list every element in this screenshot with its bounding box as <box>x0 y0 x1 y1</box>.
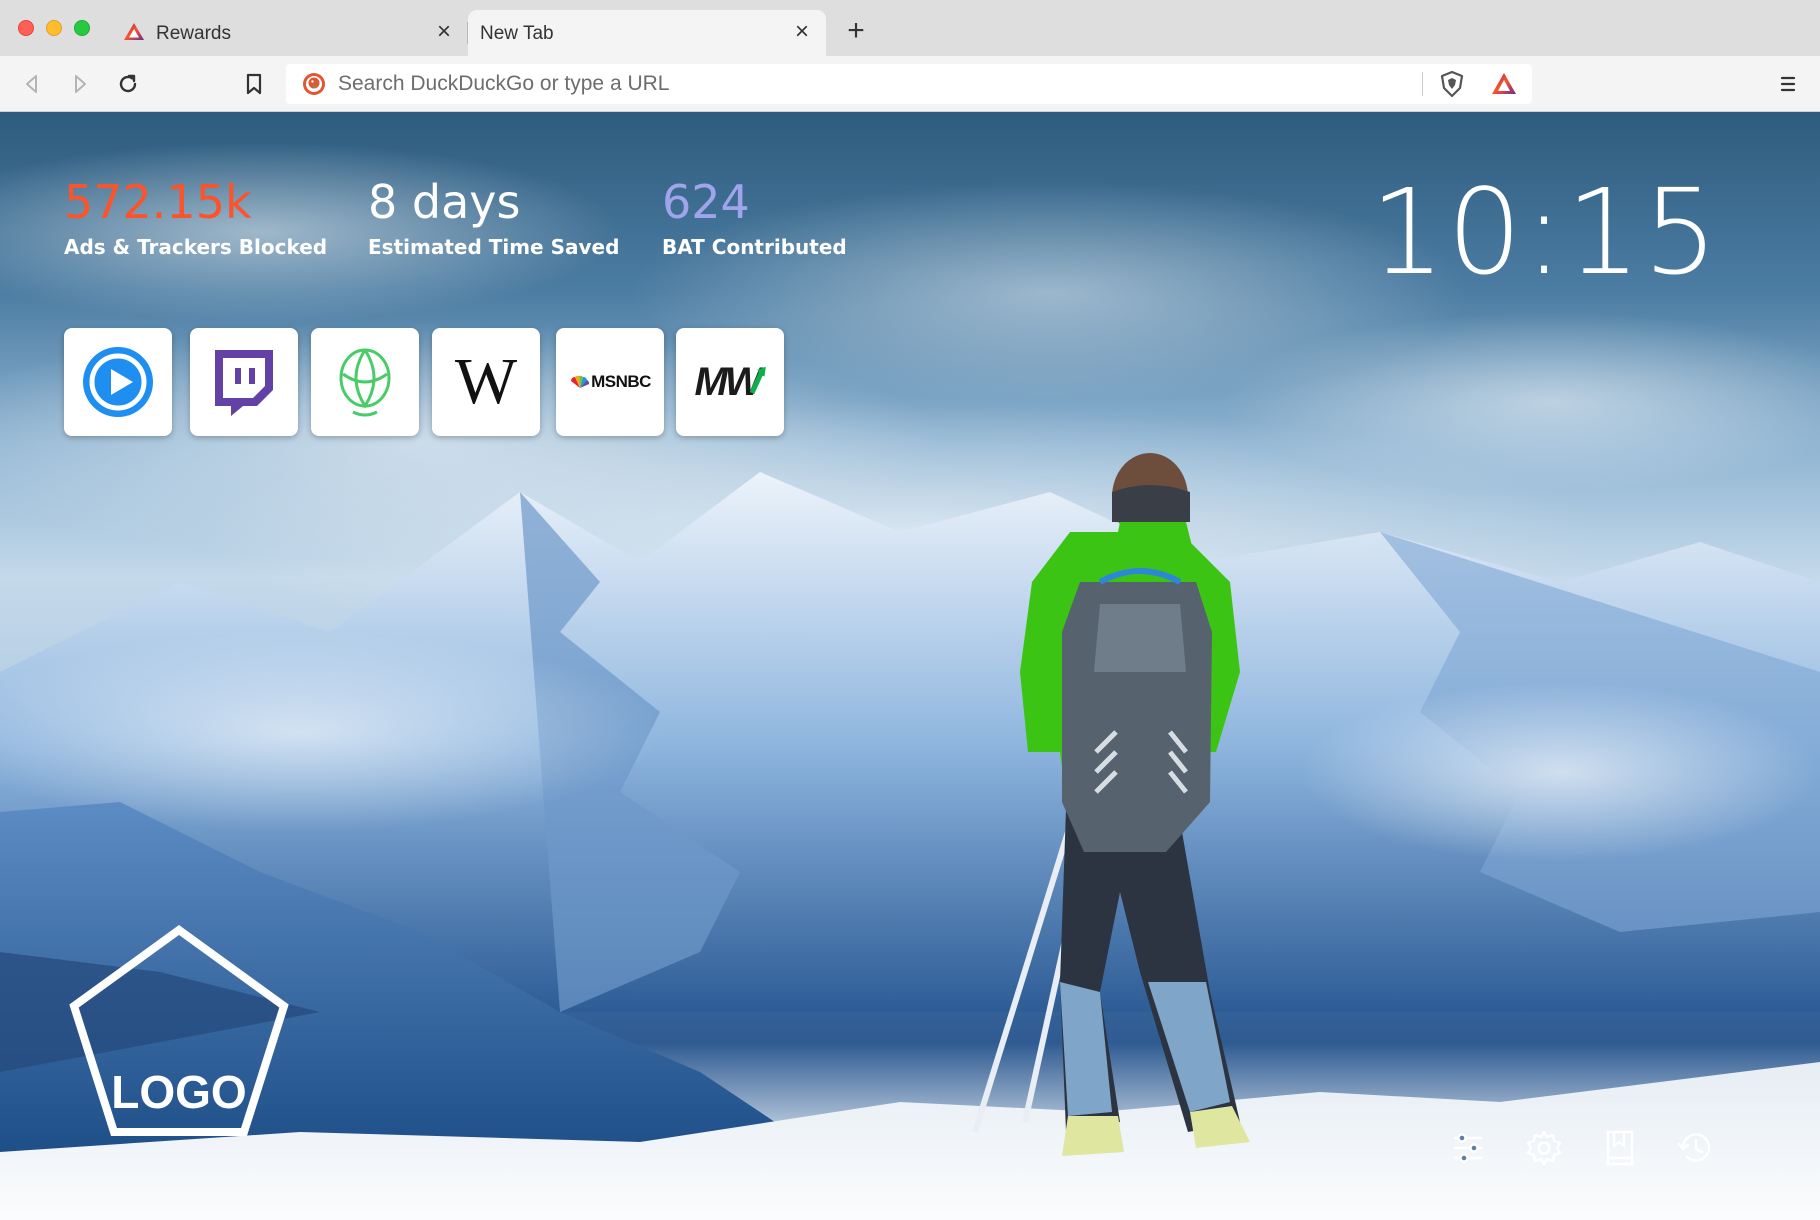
stat-time-saved: 8 days Estimated Time Saved <box>368 176 619 260</box>
omnibox-divider <box>1422 72 1423 96</box>
tab-close-icon[interactable]: × <box>432 20 456 44</box>
url-input[interactable] <box>338 68 1398 100</box>
brave-rewards-triangle-icon <box>122 20 146 44</box>
stat-ads-blocked: 572.15k Ads & Trackers Blocked <box>64 176 327 260</box>
stat-bat-contributed: 624 BAT Contributed <box>662 176 847 260</box>
stat-label: Ads & Trackers Blocked <box>64 235 328 259</box>
forward-arrow-icon <box>75 75 86 93</box>
address-bar[interactable] <box>286 64 1532 104</box>
customize-button[interactable] <box>1448 1128 1488 1168</box>
tab-strip: Rewards × New Tab × + <box>0 0 1820 56</box>
hamburger-menu-icon[interactable] <box>1772 68 1804 100</box>
stat-value: 624 <box>662 175 750 229</box>
bookmark-button[interactable] <box>236 66 272 102</box>
logo: LOGO <box>66 924 292 1150</box>
duckduckgo-icon <box>302 72 326 96</box>
logo-text: LOGO <box>111 1066 246 1118</box>
tab-new-tab[interactable]: New Tab × <box>468 10 826 56</box>
stat-value: 8 days <box>368 175 521 229</box>
tab-title: New Tab <box>480 23 554 44</box>
top-site-play[interactable] <box>64 328 172 436</box>
new-tab-button[interactable]: + <box>840 16 872 48</box>
reload-icon <box>119 74 137 93</box>
msnbc-wordmark: MSNBC <box>591 372 651 391</box>
window-close-button[interactable] <box>18 20 34 36</box>
wikipedia-icon: W <box>454 345 518 418</box>
brave-rewards-triangle-icon[interactable] <box>1490 70 1518 98</box>
window-minimize-button[interactable] <box>46 20 62 36</box>
top-site-wikipedia[interactable]: W <box>432 328 540 436</box>
top-site-uphold[interactable] <box>311 328 419 436</box>
sliders-icon <box>1454 1133 1482 1163</box>
reload-button[interactable] <box>110 66 146 102</box>
brave-shield-icon[interactable] <box>1438 70 1466 98</box>
new-tab-page: 572.15k Ads & Trackers Blocked 8 days Es… <box>0 112 1820 1220</box>
twitch-icon <box>215 350 273 416</box>
clock: 10:15 <box>1369 163 1720 301</box>
stat-label: Estimated Time Saved <box>368 235 620 259</box>
uphold-icon <box>339 348 391 417</box>
history-icon <box>1677 1133 1711 1162</box>
blue-play-icon <box>83 347 153 417</box>
top-site-marketwatch[interactable]: MW <box>676 328 784 436</box>
top-site-msnbc[interactable]: MSNBC <box>556 328 664 436</box>
marketwatch-icon: MW <box>694 360 766 405</box>
tab-close-icon[interactable]: × <box>790 20 814 44</box>
tab-title: Rewards <box>156 23 231 44</box>
bookmark-icon <box>246 73 262 95</box>
msnbc-icon: MSNBC <box>569 372 651 392</box>
gear-icon <box>1526 1130 1562 1166</box>
stat-label: BAT Contributed <box>662 235 847 259</box>
toolbar <box>0 56 1820 112</box>
window-zoom-button[interactable] <box>74 20 90 36</box>
forward-button[interactable] <box>62 66 98 102</box>
bookmarks-icon <box>1606 1130 1634 1166</box>
back-arrow-icon <box>26 75 37 93</box>
tab-rewards[interactable]: Rewards × <box>108 10 468 56</box>
bookmarks-button[interactable] <box>1600 1128 1640 1168</box>
stat-value: 572.15k <box>64 175 252 229</box>
back-button[interactable] <box>14 66 50 102</box>
history-button[interactable] <box>1676 1128 1716 1168</box>
top-site-twitch[interactable] <box>190 328 298 436</box>
settings-button[interactable] <box>1524 1128 1564 1168</box>
